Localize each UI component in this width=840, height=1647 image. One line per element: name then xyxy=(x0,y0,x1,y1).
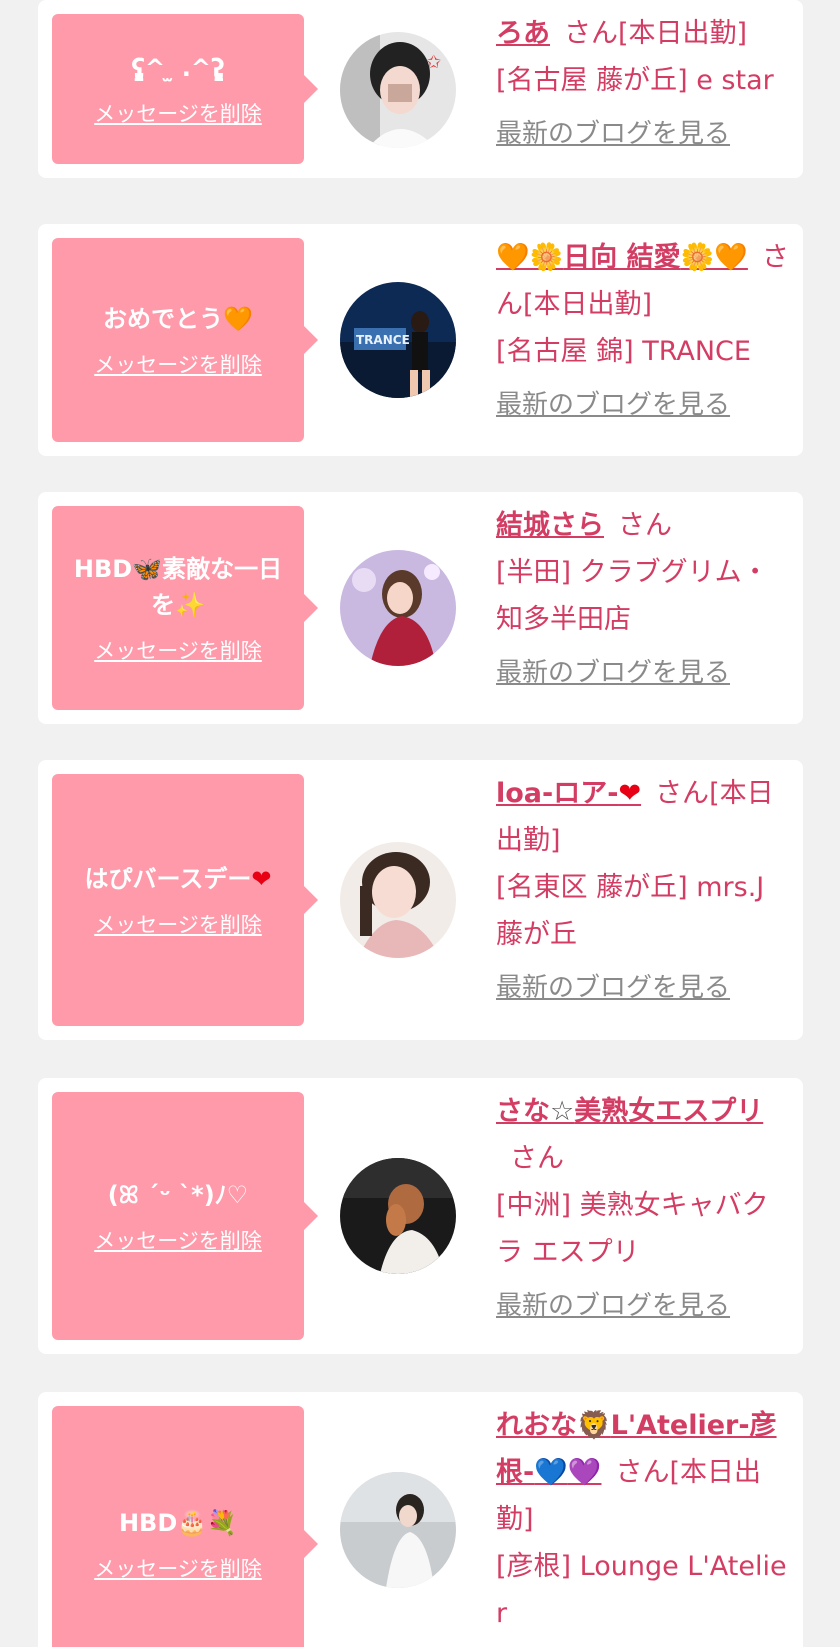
name-emoji-post: 🌼🧡 xyxy=(680,242,748,273)
delete-message-link[interactable]: メッセージを削除 xyxy=(94,98,262,128)
latest-blog-link[interactable]: 最新のブログを見る xyxy=(496,382,730,429)
latest-blog-link[interactable]: 最新のブログを見る xyxy=(496,650,730,697)
avatar[interactable] xyxy=(340,842,456,958)
latest-blog-link[interactable]: 最新のブログを見る xyxy=(496,965,730,1012)
message-card: はぴバースデー❤ メッセージを削除 loa-ロア-❤ さん[本日出勤] [名東区 … xyxy=(38,760,803,1040)
work-status: [本日出勤] xyxy=(523,289,653,320)
sparkle-icon: ✨ xyxy=(175,591,205,619)
butterfly-icon: 🦋 xyxy=(132,555,163,583)
cast-name: れおな xyxy=(496,1410,577,1441)
avatar[interactable]: ✩ xyxy=(340,32,456,148)
purple-heart-icon: 💜 xyxy=(567,1457,602,1488)
cast-name-link[interactable]: ろあ xyxy=(496,18,550,49)
message-text: HBD🎂💐 xyxy=(119,1505,237,1541)
message-label: はぴバースデー xyxy=(84,865,252,893)
shop-info: [名東区 藤が丘] mrs.J 藤が丘 xyxy=(496,872,765,950)
san-label: さん xyxy=(655,778,710,809)
work-status: [本日出勤] xyxy=(618,18,748,49)
cast-name: さな xyxy=(496,1096,550,1127)
svg-text:✩: ✩ xyxy=(426,52,441,73)
red-heart-icon: ❤ xyxy=(618,778,642,809)
delete-message-link[interactable]: メッセージを削除 xyxy=(94,1225,262,1255)
message-text: おめでとう🧡 xyxy=(103,301,253,337)
message-text: HBD🦋素敵な一日を✨ xyxy=(62,551,294,623)
message-card: HBD🦋素敵な一日を✨ メッセージを削除 結城さら さん [半田] クラブグリム・… xyxy=(38,492,803,724)
delete-message-link[interactable]: メッセージを削除 xyxy=(94,1553,262,1583)
message-bubble: ʕ̡̢̡^ ̫ .^ʔ̢̡̢ メッセージを削除 xyxy=(52,14,318,164)
message-label: 素敵な一日を xyxy=(151,555,283,619)
message-bubble: (ꕤ ˊᵕ ˋ*)ﾉ♡ メッセージを削除 xyxy=(52,1092,318,1340)
cast-name: 美熟女エスプリ xyxy=(574,1096,764,1127)
cast-name: loa-ロア- xyxy=(496,778,619,809)
message-list: ʕ̡̢̡^ ̫ .^ʔ̢̡̢ メッセージを削除 ✩ ろあ さん[本日出勤] [名古… xyxy=(0,0,840,1647)
san-label: さん xyxy=(564,18,618,49)
cast-name-link[interactable]: さな☆美熟女エスプリ xyxy=(496,1096,763,1127)
shop-info: [名古屋 錦] TRANCE xyxy=(496,336,751,367)
avatar[interactable] xyxy=(340,1158,456,1274)
message-text: はぴバースデー❤ xyxy=(85,861,272,897)
cast-info: loa-ロア-❤ さん[本日出勤] [名東区 藤が丘] mrs.J 藤が丘 最新の… xyxy=(496,770,792,1012)
avatar-photo-icon: ✩ xyxy=(340,32,456,148)
cast-name-link[interactable]: loa-ロア-❤ xyxy=(496,778,641,809)
message-label: おめでとう xyxy=(103,305,224,333)
avatar[interactable] xyxy=(340,550,456,666)
message-label: HBD xyxy=(118,1509,178,1537)
cast-name: 日向 結愛 xyxy=(563,242,681,273)
shop-info: [中洲] 美熟女キャバクラ エスプリ xyxy=(496,1190,769,1268)
latest-blog-link[interactable]: 最新のブログを見る xyxy=(496,1283,730,1330)
star-icon: ☆ xyxy=(550,1096,575,1127)
shop-info: [彦根] Lounge L'Atelier xyxy=(496,1551,787,1629)
shop-info: [半田] クラブグリム・知多半田店 xyxy=(496,557,769,635)
message-text: ʕ̡̢̡^ ̫ .^ʔ̢̡̢ xyxy=(131,54,225,82)
delete-message-link[interactable]: メッセージを削除 xyxy=(94,635,262,665)
cast-info: ろあ さん[本日出勤] [名古屋 藤が丘] e star 最新のブログを見る xyxy=(496,10,792,158)
cast-info: 結城さら さん [半田] クラブグリム・知多半田店 最新のブログを見る xyxy=(496,502,792,697)
message-card: HBD🎂💐 メッセージを削除 れおな🦁L'Atelier-彦根-💙💜 さん[本日出… xyxy=(38,1392,803,1647)
cast-info: れおな🦁L'Atelier-彦根-💙💜 さん[本日出勤] [彦根] Lounge … xyxy=(496,1402,792,1647)
san-label: さん xyxy=(615,1457,670,1488)
lion-icon: 🦁 xyxy=(577,1410,611,1441)
orange-heart-icon: 🧡 xyxy=(223,305,253,333)
avatar[interactable]: TRANCE xyxy=(340,282,456,398)
message-text: (ꕤ ˊᵕ ˋ*)ﾉ♡ xyxy=(107,1181,249,1209)
avatar[interactable] xyxy=(340,1472,456,1588)
svg-text:TRANCE: TRANCE xyxy=(356,333,410,347)
avatar-photo-icon xyxy=(340,842,456,958)
avatar-photo-icon: TRANCE xyxy=(340,282,456,398)
red-heart-icon: ❤ xyxy=(251,865,272,893)
message-card: おめでとう🧡 メッセージを削除 TRANCE 🧡🌼日向 結愛🌼🧡 さん[本日出勤]… xyxy=(38,224,803,456)
message-bubble: おめでとう🧡 メッセージを削除 xyxy=(52,238,318,442)
cast-name-link[interactable]: 結城さら xyxy=(496,510,604,541)
cast-info: さな☆美熟女エスプリさん [中洲] 美熟女キャバクラ エスプリ 最新のブログを見… xyxy=(496,1088,792,1330)
shop-info: [名古屋 藤が丘] e star xyxy=(496,65,774,96)
message-bubble: HBD🦋素敵な一日を✨ メッセージを削除 xyxy=(52,506,318,710)
delete-message-link[interactable]: メッセージを削除 xyxy=(94,349,262,379)
message-bubble: はぴバースデー❤ メッセージを削除 xyxy=(52,774,318,1026)
latest-blog-link[interactable]: 最新のブログを見る xyxy=(496,111,730,158)
blue-heart-icon: 💙 xyxy=(534,1457,568,1488)
message-card: ʕ̡̢̡^ ̫ .^ʔ̢̡̢ メッセージを削除 ✩ ろあ さん[本日出勤] [名古… xyxy=(38,0,803,178)
name-emoji-pre: 🧡🌼 xyxy=(496,242,564,273)
message-label: HBD xyxy=(73,555,133,583)
message-card: (ꕤ ˊᵕ ˋ*)ﾉ♡ メッセージを削除 さな☆美熟女エスプリさん [中洲] 美… xyxy=(38,1078,803,1354)
cast-name-link[interactable]: 🧡🌼日向 結愛🌼🧡 xyxy=(496,242,748,273)
avatar-photo-icon xyxy=(340,1158,456,1274)
san-label: さん xyxy=(510,1143,564,1174)
avatar-photo-icon xyxy=(340,550,456,666)
bouquet-icon: 💐 xyxy=(207,1509,238,1537)
cake-icon: 🎂 xyxy=(177,1509,208,1537)
cast-info: 🧡🌼日向 結愛🌼🧡 さん[本日出勤] [名古屋 錦] TRANCE 最新のブログを… xyxy=(496,234,792,429)
san-label: さん xyxy=(618,510,672,541)
avatar-photo-icon xyxy=(340,1472,456,1588)
delete-message-link[interactable]: メッセージを削除 xyxy=(94,909,262,939)
message-bubble: HBD🎂💐 メッセージを削除 xyxy=(52,1406,318,1647)
